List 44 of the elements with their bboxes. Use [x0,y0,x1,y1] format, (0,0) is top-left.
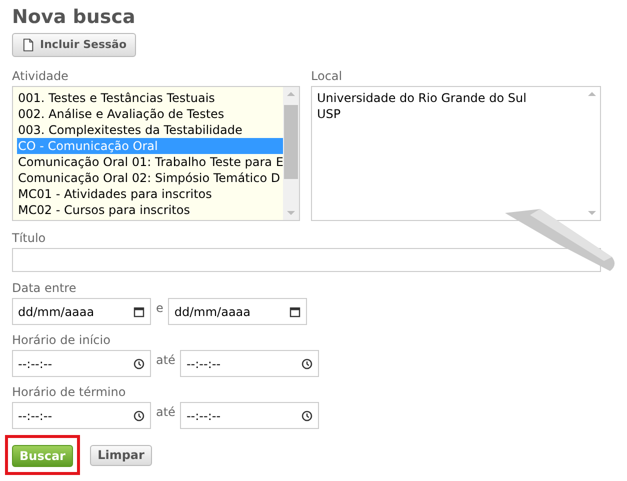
calendar-icon [133,306,145,318]
end-time-label: Horário de término [12,385,127,399]
time-field[interactable]: --:--:-- [180,350,320,377]
page-title: Nova busca [12,6,136,28]
separator-text: até [156,404,176,419]
clock-icon [133,358,145,370]
scrollbar[interactable] [283,87,299,220]
clear-button[interactable]: Limpar [90,444,152,466]
local-listbox[interactable]: Universidade do Rio Grande do Sul USP [311,86,601,221]
list-option[interactable]: MC02 - Cursos para inscritos [17,202,284,218]
list-option[interactable]: Universidade do Rio Grande do Sul [316,90,583,106]
list-option[interactable]: 003. Complexitestes da Testabilidade [17,122,284,138]
document-icon [21,38,35,52]
date-field[interactable]: dd/mm/aaaa [12,298,151,325]
date-field[interactable]: dd/mm/aaaa [168,298,308,325]
placeholder-text: --:--:-- [186,408,221,424]
clock-icon [301,358,314,370]
time-field[interactable]: --:--:-- [12,350,151,377]
list-option[interactable]: USP [316,106,583,122]
placeholder-text: --:--:-- [18,408,52,424]
title-label: Título [12,231,47,245]
list-option[interactable]: MC01 - Atividades para inscritos [17,186,284,202]
separator-text: até [156,352,176,367]
placeholder-text: dd/mm/aaaa [174,304,251,320]
activity-label: Atividade [12,69,70,83]
calendar-icon [289,306,302,318]
placeholder-text: dd/mm/aaaa [18,304,94,320]
list-option[interactable]: 001. Testes e Testâncias Testuais [17,90,284,106]
time-field[interactable]: --:--:-- [12,402,151,429]
clock-icon [133,410,145,422]
clock-icon [301,410,314,422]
list-option[interactable]: Comunicação Oral 01: Trabalho Teste para E [17,154,284,170]
title-field[interactable] [12,248,601,272]
activity-listbox[interactable] [12,86,300,221]
date-range-label: Data entre [12,281,78,295]
separator-text: e [156,300,164,315]
start-time-label: Horário de início [12,333,112,347]
include-session-button[interactable]: Incluir Sessão [12,33,136,57]
local-label: Local [311,69,344,83]
time-field[interactable]: --:--:-- [180,402,320,429]
placeholder-text: --:--:-- [18,356,52,372]
list-option[interactable]: Comunicação Oral 02: Simpósio Temático D [17,170,284,186]
placeholder-text: --:--:-- [186,356,221,372]
list-option[interactable]: 002. Análise e Avaliação de Testes [17,106,284,122]
